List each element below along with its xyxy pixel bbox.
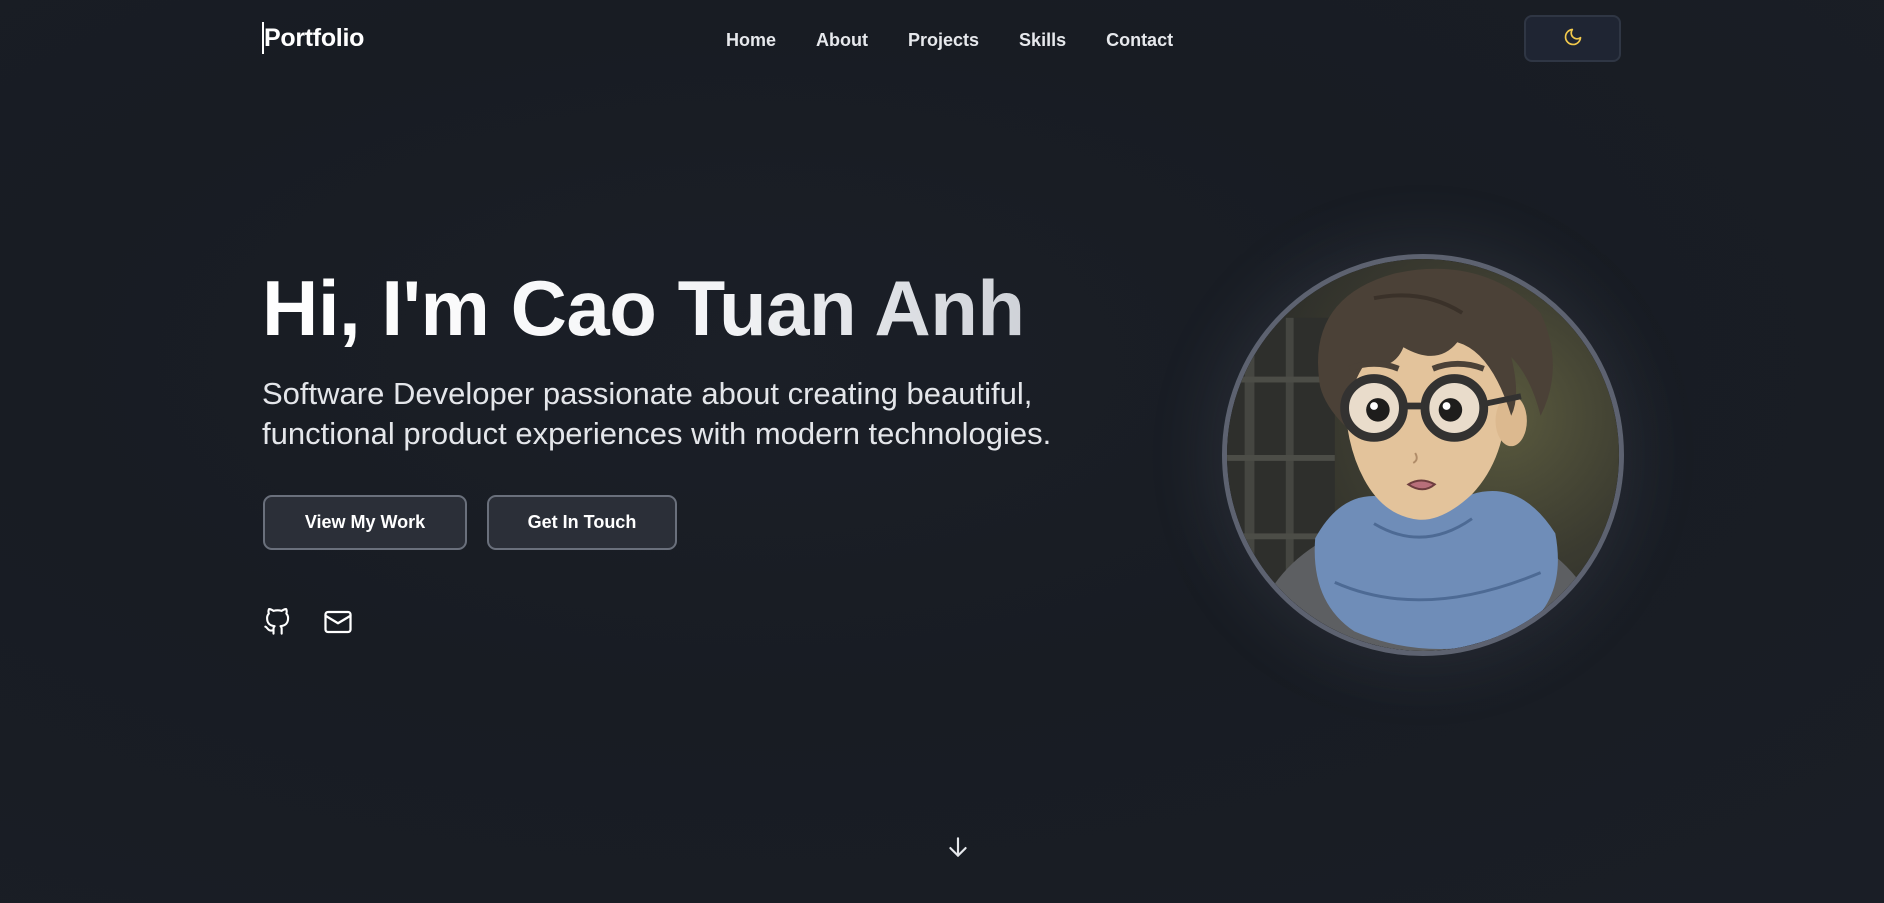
nav-link-contact[interactable]: Contact <box>1106 28 1173 52</box>
profile-avatar-illustration <box>1222 254 1624 656</box>
navbar: Portfolio Home About Projects Skills Con… <box>0 0 1884 80</box>
nav-link-about[interactable]: About <box>816 28 868 52</box>
theme-toggle-button[interactable] <box>1524 15 1621 62</box>
scroll-down-button[interactable] <box>943 834 973 864</box>
email-link[interactable] <box>322 608 354 640</box>
main-nav: Home About Projects Skills Contact <box>726 28 1213 52</box>
nav-link-projects[interactable]: Projects <box>908 28 979 52</box>
nav-link-skills[interactable]: Skills <box>1019 28 1066 52</box>
nav-link-home[interactable]: Home <box>726 28 776 52</box>
github-link[interactable] <box>261 607 293 641</box>
hero-subtitle: Software Developer passionate about crea… <box>262 376 1052 451</box>
brand-logo[interactable]: Portfolio <box>262 22 364 54</box>
hero-title: Hi, I'm Cao Tuan Anh <box>262 264 1025 352</box>
mail-icon <box>323 607 353 642</box>
github-icon <box>263 607 291 641</box>
get-in-touch-button[interactable]: Get In Touch <box>487 495 677 550</box>
profile-avatar <box>1222 254 1624 656</box>
moon-icon <box>1563 27 1583 50</box>
arrow-down-icon <box>945 834 971 865</box>
view-my-work-button[interactable]: View My Work <box>263 495 467 550</box>
